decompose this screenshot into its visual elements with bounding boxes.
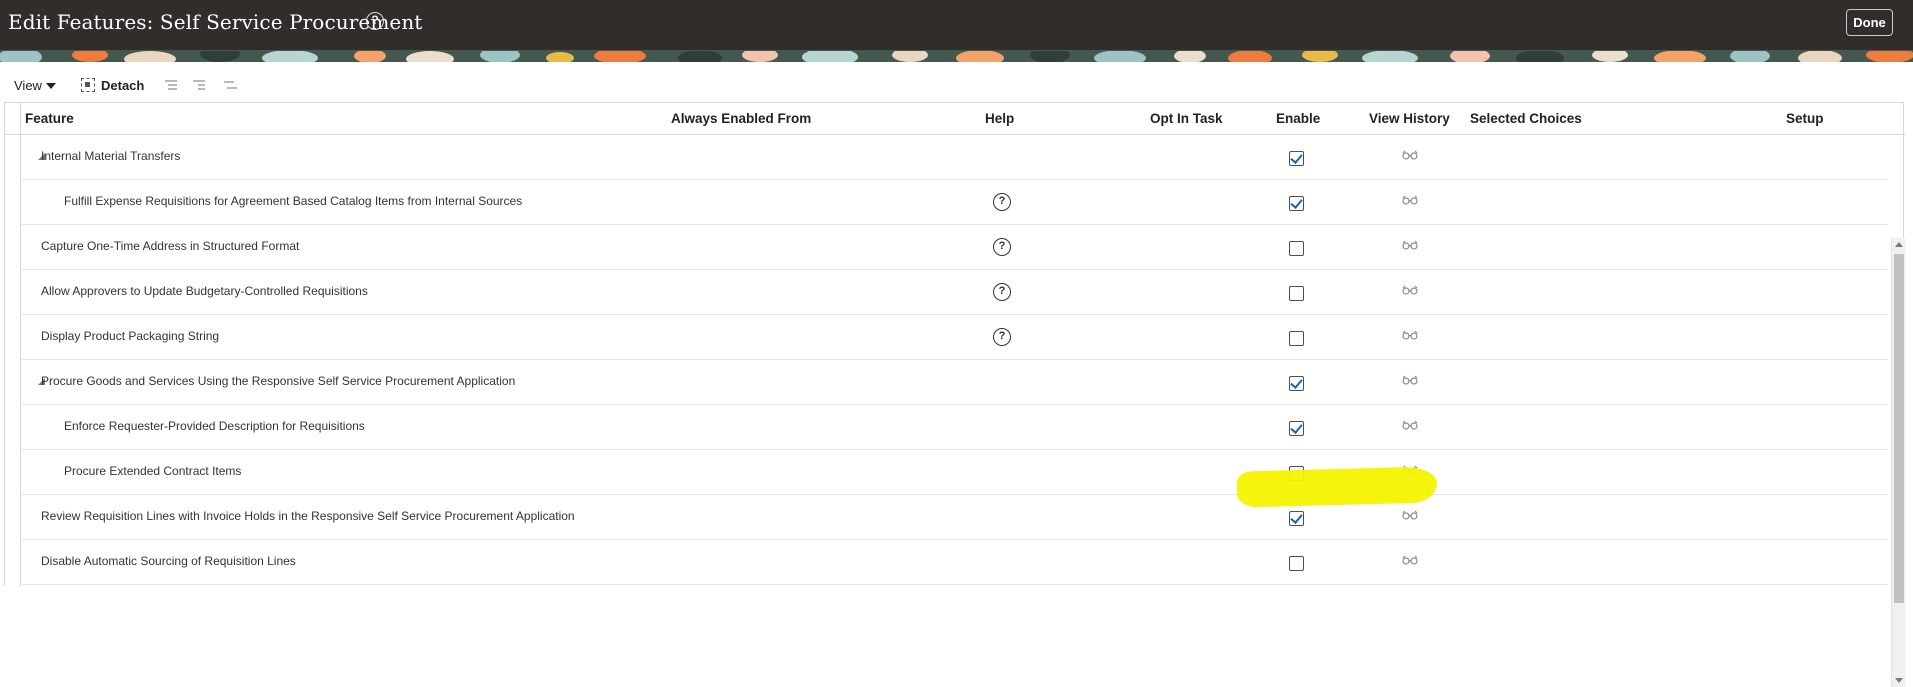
- done-button[interactable]: Done: [1846, 9, 1893, 36]
- detach-icon[interactable]: [81, 78, 95, 92]
- scroll-down-icon[interactable]: [1895, 678, 1903, 683]
- table-row[interactable]: Display Product Packaging String?: [22, 315, 1888, 360]
- glasses-icon[interactable]: [1402, 375, 1418, 385]
- row-selector-column: [5, 103, 21, 587]
- view-menu-button[interactable]: View: [14, 78, 42, 93]
- help-icon[interactable]: ?: [993, 193, 1011, 211]
- column-header-view-history[interactable]: View History: [1369, 103, 1450, 135]
- column-header-help[interactable]: Help: [985, 103, 1014, 135]
- column-header-opt-in-task[interactable]: Opt In Task: [1150, 103, 1223, 135]
- table-row[interactable]: Enforce Requester-Provided Description f…: [22, 405, 1888, 450]
- feature-name: Review Requisition Lines with Invoice Ho…: [41, 509, 575, 523]
- glasses-icon[interactable]: [1402, 195, 1418, 205]
- column-header-enable[interactable]: Enable: [1276, 103, 1320, 135]
- table-row[interactable]: Allow Approvers to Update Budgetary-Cont…: [22, 270, 1888, 315]
- page-header: Edit Features: Self Service Procurement …: [0, 0, 1913, 50]
- feature-name: Fulfill Expense Requisitions for Agreeme…: [64, 194, 523, 208]
- feature-name: Disable Automatic Sourcing of Requisitio…: [41, 554, 296, 568]
- feature-name: Internal Material Transfers: [41, 149, 181, 163]
- feature-name: Enforce Requester-Provided Description f…: [64, 419, 365, 433]
- feature-name: Display Product Packaging String: [41, 329, 220, 343]
- enable-checkbox[interactable]: [1289, 286, 1304, 301]
- scroll-to-parent-icon: [222, 78, 238, 92]
- glasses-icon[interactable]: [1402, 330, 1418, 340]
- help-icon[interactable]: ?: [993, 238, 1011, 256]
- table-row[interactable]: Procure Extended Contract Items: [22, 450, 1888, 495]
- vertical-scrollbar[interactable]: [1891, 238, 1905, 687]
- table-row[interactable]: Internal Material Transfers: [22, 135, 1888, 180]
- enable-checkbox[interactable]: [1289, 376, 1304, 391]
- chevron-down-icon[interactable]: [46, 83, 56, 89]
- enable-checkbox[interactable]: [1289, 196, 1304, 211]
- help-icon[interactable]: ?: [993, 283, 1011, 301]
- table-row[interactable]: Review Requisition Lines with Invoice Ho…: [22, 495, 1888, 540]
- feature-name: Procure Goods and Services Using the Res…: [41, 374, 516, 388]
- feature-name: Capture One-Time Address in Structured F…: [41, 239, 300, 253]
- table-row[interactable]: Procure Goods and Services Using the Res…: [22, 360, 1888, 405]
- table-row[interactable]: Fulfill Expense Requisitions for Agreeme…: [22, 180, 1888, 225]
- glasses-icon[interactable]: [1402, 240, 1418, 250]
- glasses-icon[interactable]: [1402, 510, 1418, 520]
- table-row[interactable]: Capture One-Time Address in Structured F…: [22, 225, 1888, 270]
- enable-checkbox[interactable]: [1289, 331, 1304, 346]
- glasses-icon[interactable]: [1402, 150, 1418, 160]
- decorative-banner: [0, 50, 1913, 62]
- enable-checkbox[interactable]: [1289, 241, 1304, 256]
- table-row[interactable]: Disable Automatic Sourcing of Requisitio…: [22, 540, 1888, 585]
- feature-name: Procure Extended Contract Items: [64, 464, 242, 478]
- column-header-setup[interactable]: Setup: [1786, 103, 1824, 135]
- features-table: Feature Always Enabled From Help Opt In …: [4, 102, 1905, 687]
- enable-checkbox[interactable]: [1289, 556, 1304, 571]
- table-toolbar: View Detach: [0, 70, 1913, 96]
- enable-checkbox[interactable]: [1289, 421, 1304, 436]
- enable-checkbox[interactable]: [1289, 151, 1304, 166]
- feature-name: Allow Approvers to Update Budgetary-Cont…: [41, 284, 368, 298]
- enable-checkbox[interactable]: [1289, 511, 1304, 526]
- glasses-icon[interactable]: [1402, 420, 1418, 430]
- scroll-up-icon[interactable]: [1895, 242, 1903, 247]
- banner-pattern: [0, 50, 1913, 62]
- help-icon[interactable]: ?: [993, 328, 1011, 346]
- column-header-feature[interactable]: Feature: [25, 103, 74, 135]
- column-header-always-enabled-from[interactable]: Always Enabled From: [671, 103, 811, 135]
- glasses-icon[interactable]: [1402, 285, 1418, 295]
- page-title: Edit Features: Self Service Procurement: [8, 10, 423, 34]
- expand-all-icon: [163, 78, 179, 92]
- table-header: Feature Always Enabled From Help Opt In …: [5, 103, 1905, 135]
- glasses-icon[interactable]: [1402, 555, 1418, 565]
- help-icon[interactable]: ?: [366, 12, 384, 30]
- annotation-highlight: [1236, 466, 1438, 508]
- scrollbar-thumb[interactable]: [1894, 254, 1904, 603]
- detach-button[interactable]: Detach: [101, 78, 144, 93]
- column-header-selected-choices[interactable]: Selected Choices: [1470, 103, 1582, 135]
- collapse-all-icon: [191, 78, 207, 92]
